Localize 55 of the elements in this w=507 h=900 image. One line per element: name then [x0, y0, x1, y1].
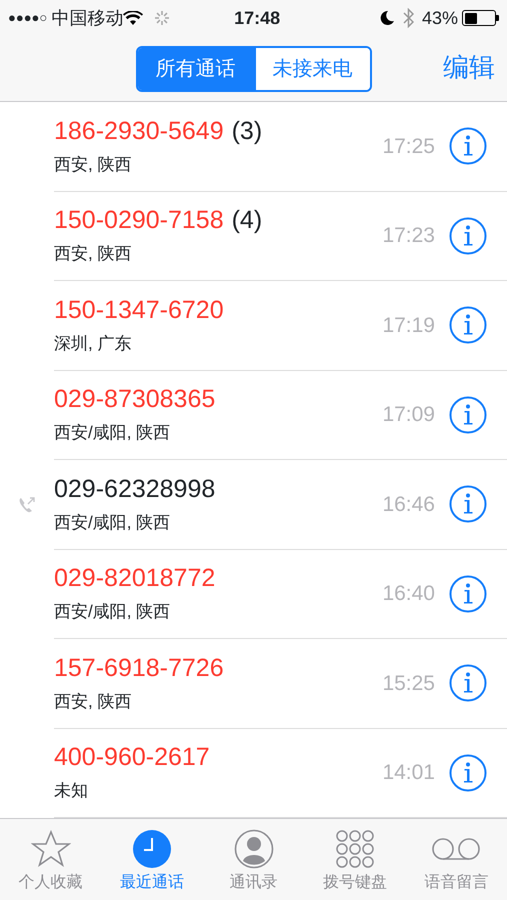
call-time: 17:09: [382, 402, 435, 428]
call-location: 未知: [54, 780, 89, 802]
phone-number: 186-2930-5649: [54, 116, 224, 146]
call-location: 西安, 陕西: [54, 243, 132, 265]
star-icon: [30, 829, 71, 869]
call-count: (3): [232, 116, 262, 146]
wifi-icon: [123, 10, 144, 26]
info-icon[interactable]: [449, 754, 487, 792]
moon-icon: [378, 10, 395, 26]
keypad-icon: [334, 829, 375, 869]
call-time: 17:25: [382, 134, 435, 160]
info-icon[interactable]: [449, 485, 487, 524]
info-icon[interactable]: [449, 574, 487, 613]
battery-icon: [462, 10, 499, 26]
phone-number: 157-6918-7726: [54, 652, 224, 682]
clock-icon: [132, 829, 172, 869]
phone-number: 029-62328998: [54, 474, 216, 504]
bluetooth-icon: [402, 8, 414, 28]
segment-tab[interactable]: 未接来电: [254, 48, 370, 90]
phone-number: 150-1347-6720: [54, 294, 224, 324]
call-time: 16:46: [382, 492, 435, 518]
info-icon[interactable]: [449, 396, 487, 434]
info-icon[interactable]: [449, 664, 487, 702]
loading-spinner-icon: [153, 9, 172, 27]
tab-bar-item[interactable]: 语音留言: [406, 819, 507, 900]
call-time: 17:23: [382, 223, 435, 249]
carrier-name: 中国移动: [51, 6, 124, 30]
call-location: 西安/咸阳, 陕西: [54, 422, 172, 444]
tab-bar-item[interactable]: 通讯录: [202, 819, 304, 900]
phone-number: 029-87308365: [54, 384, 216, 414]
clock-time: 17:48: [234, 6, 280, 30]
tab-bar-item[interactable]: 拨号键盘: [304, 819, 406, 900]
call-time: 14:01: [382, 760, 435, 786]
tab-bar-item[interactable]: 个人收藏: [0, 819, 102, 900]
call-location: 西安/咸阳, 陕西: [54, 512, 172, 534]
info-icon[interactable]: [449, 306, 487, 344]
call-time: 15:25: [382, 670, 435, 696]
call-time: 16:40: [382, 581, 435, 607]
call-location: 西安, 陕西: [54, 690, 132, 712]
battery-percent: 43%: [422, 6, 458, 30]
phone-number: 029-82018772: [54, 563, 216, 593]
edit-button[interactable]: 编辑: [443, 48, 495, 87]
person-icon: [234, 829, 274, 869]
signal-strength: ●●●●○: [8, 9, 48, 28]
phone-number: 400-960-2617: [54, 742, 210, 772]
call-time: 17:19: [382, 312, 435, 338]
info-icon[interactable]: [449, 216, 487, 255]
phone-number: 150-0290-7158: [54, 205, 224, 235]
call-location: 西安, 陕西: [54, 154, 132, 176]
call-count: (4): [232, 205, 262, 235]
tab-bar-item[interactable]: 最近通话: [101, 819, 203, 900]
info-icon[interactable]: [449, 127, 487, 166]
segment-tab[interactable]: 所有通话: [138, 48, 254, 90]
call-location: 深圳, 广东: [54, 332, 132, 354]
call-location: 西安/咸阳, 陕西: [54, 601, 172, 623]
